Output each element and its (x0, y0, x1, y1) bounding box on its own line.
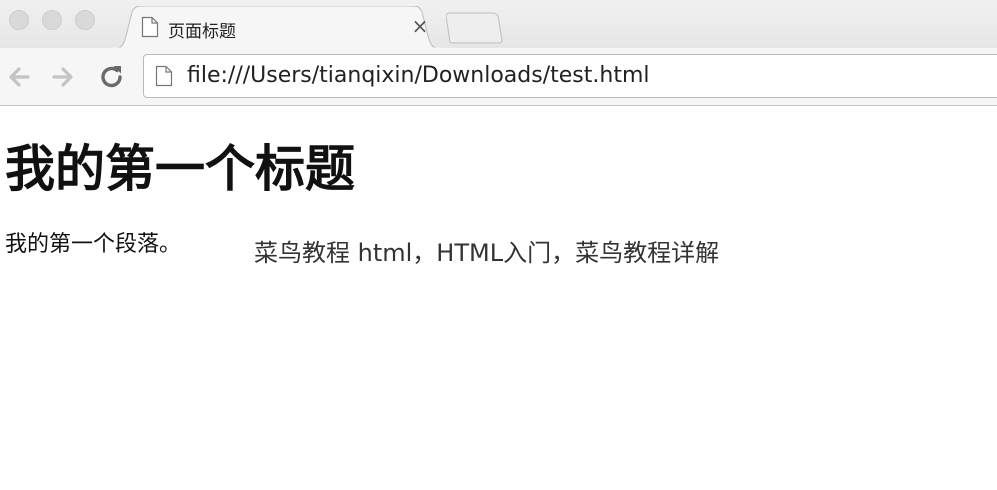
forward-arrow-icon[interactable] (48, 62, 78, 92)
browser-window: 页面标题 × file:///Users/tianqixin/Downloads… (0, 0, 997, 490)
page-paragraph: 我的第一个段落。 (5, 232, 182, 257)
tab-shape (112, 6, 442, 49)
page-heading: 我的第一个标题 (5, 140, 355, 198)
document-icon (155, 65, 173, 87)
active-tab[interactable]: 页面标题 × (112, 6, 442, 49)
tab-title: 页面标题 (168, 22, 236, 42)
tab-strip: 页面标题 × (0, 0, 997, 49)
url-text[interactable]: file:///Users/tianqixin/Downloads/test.h… (187, 63, 649, 88)
new-tab-button[interactable] (446, 12, 506, 44)
window-zoom-icon[interactable] (75, 10, 95, 30)
back-arrow-icon[interactable] (4, 62, 34, 92)
document-icon (141, 16, 159, 38)
tab-close-icon[interactable]: × (410, 15, 430, 37)
toolbar: file:///Users/tianqixin/Downloads/test.h… (0, 48, 997, 106)
address-bar[interactable]: file:///Users/tianqixin/Downloads/test.h… (143, 54, 997, 98)
caption-text: 菜鸟教程 html，HTML入门，菜鸟教程详解 (254, 239, 720, 267)
window-minimize-icon[interactable] (42, 10, 62, 30)
reload-icon[interactable] (97, 62, 127, 92)
window-close-icon[interactable] (9, 10, 29, 30)
page-content: 我的第一个标题 我的第一个段落。 菜鸟教程 html，HTML入门，菜鸟教程详解 (0, 107, 997, 490)
